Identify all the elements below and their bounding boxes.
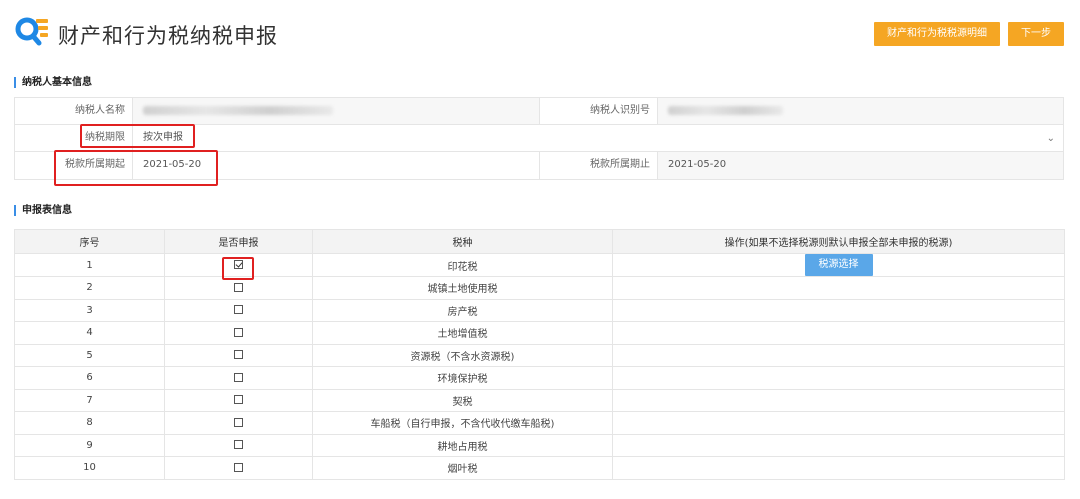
period-end-value: 2021-05-20: [658, 152, 1063, 179]
declare-checkbox[interactable]: [234, 327, 243, 337]
period-type-label: 纳税期限: [15, 125, 133, 151]
row-no: 10: [14, 456, 165, 480]
tax-source-select-button[interactable]: 税源选择: [804, 254, 873, 276]
tax-type: 房产税: [312, 298, 613, 322]
declare-checkbox[interactable]: [234, 440, 243, 450]
tax-type: 环境保护税: [312, 366, 613, 390]
declare-checkbox[interactable]: [234, 305, 243, 315]
taxpayer-id-value: [658, 98, 1063, 124]
tax-type: 印花税: [312, 253, 613, 277]
period-start-label: 税款所属期起: [15, 152, 133, 179]
table-row: 2 城镇土地使用税: [14, 276, 1065, 300]
table-header-row: 序号 是否申报 税种 操作(如果不选择税源则默认申报全部未申报的税源): [14, 229, 1065, 254]
row-no: 1: [14, 253, 165, 277]
col-header-declare: 是否申报: [164, 229, 313, 254]
declare-checkbox[interactable]: [234, 260, 243, 269]
taxpayer-info-grid: 纳税人名称 纳税人识别号 纳税期限 按次申报 ⌄ 税款所属期起 2021-05-…: [14, 97, 1064, 180]
section-title-basic-info: 纳税人基本信息: [14, 77, 92, 88]
info-row-name-id: 纳税人名称 纳税人识别号: [15, 98, 1063, 125]
table-row: 4 土地增值税: [14, 321, 1065, 345]
row-no: 2: [14, 276, 165, 300]
col-header-no: 序号: [14, 229, 165, 254]
section-title-declaration: 申报表信息: [14, 205, 72, 216]
redacted-value: [143, 105, 333, 115]
declare-checkbox[interactable]: [234, 282, 243, 292]
table-row: 6 环境保护税: [14, 366, 1065, 390]
period-start-value[interactable]: 2021-05-20: [133, 152, 539, 179]
period-type-select[interactable]: 按次申报 ⌄: [133, 125, 1063, 151]
next-step-button[interactable]: 下一步: [1008, 22, 1064, 46]
row-no: 4: [14, 321, 165, 345]
row-no: 5: [14, 343, 165, 367]
tax-type: 土地增值税: [312, 321, 613, 345]
tax-type: 车船税（自行申报，不含代收代缴车船税): [312, 411, 613, 435]
row-no: 3: [14, 298, 165, 322]
table-row: 10 烟叶税: [14, 456, 1065, 480]
page-header: 财产和行为税纳税申报 财产和行为税税源明细 下一步: [0, 0, 1080, 70]
table-row: 5 资源税（不含水资源税): [14, 343, 1065, 367]
declare-checkbox[interactable]: [234, 372, 243, 382]
declaration-table: 序号 是否申报 税种 操作(如果不选择税源则默认申报全部未申报的税源) 1 印花…: [14, 229, 1065, 480]
taxpayer-name-label: 纳税人名称: [15, 98, 133, 124]
col-header-operation: 操作(如果不选择税源则默认申报全部未申报的税源): [612, 229, 1065, 254]
col-header-tax-type: 税种: [312, 229, 613, 254]
table-row: 8 车船税（自行申报，不含代收代缴车船税): [14, 411, 1065, 435]
row-no: 8: [14, 411, 165, 435]
table-row: 7 契税: [14, 388, 1065, 412]
row-no: 7: [14, 388, 165, 412]
table-row: 1 印花税 税源选择: [14, 253, 1065, 277]
redacted-value: [668, 105, 783, 115]
taxpayer-id-label: 纳税人识别号: [540, 98, 658, 124]
tax-type: 烟叶税: [312, 456, 613, 480]
tax-type: 耕地占用税: [312, 433, 613, 457]
period-type-value: 按次申报: [143, 132, 183, 143]
info-row-period: 税款所属期起 2021-05-20 税款所属期止 2021-05-20: [15, 152, 1063, 179]
taxpayer-name-value: [133, 98, 539, 124]
declare-checkbox[interactable]: [234, 462, 243, 472]
search-list-icon: [15, 17, 48, 46]
tax-type: 资源税（不含水资源税): [312, 343, 613, 367]
table-row: 9 耕地占用税: [14, 433, 1065, 457]
table-row: 3 房产税: [14, 298, 1065, 322]
tax-source-detail-button[interactable]: 财产和行为税税源明细: [874, 22, 1000, 46]
page-title: 财产和行为税纳税申报: [58, 24, 278, 48]
chevron-down-icon[interactable]: ⌄: [1047, 126, 1055, 152]
tax-type: 契税: [312, 388, 613, 412]
tax-type: 城镇土地使用税: [312, 276, 613, 300]
info-row-period-type: 纳税期限 按次申报 ⌄: [15, 125, 1063, 152]
declare-checkbox[interactable]: [234, 395, 243, 405]
row-no: 6: [14, 366, 165, 390]
period-end-label: 税款所属期止: [540, 152, 658, 179]
declare-checkbox[interactable]: [234, 417, 243, 427]
declare-checkbox[interactable]: [234, 350, 243, 360]
row-no: 9: [14, 433, 165, 457]
